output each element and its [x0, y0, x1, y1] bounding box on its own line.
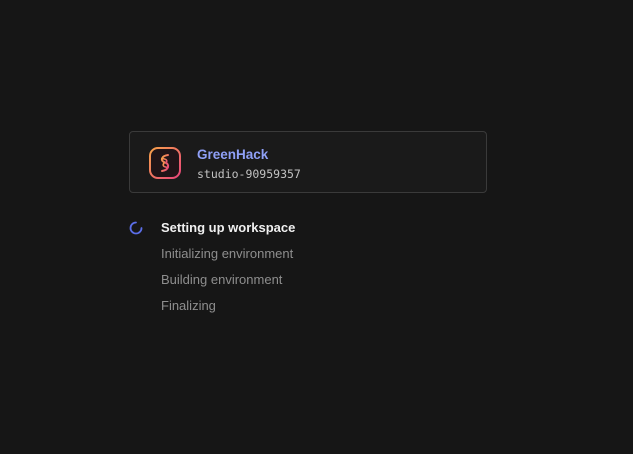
step-label: Building environment: [161, 272, 283, 287]
studio-logo-icon: [149, 147, 181, 179]
step-building-environment: Building environment: [129, 271, 429, 297]
step-initializing-environment: Initializing environment: [129, 245, 429, 271]
step-label: Finalizing: [161, 298, 216, 313]
project-name: GreenHack: [197, 147, 269, 162]
step-finalizing: Finalizing: [129, 297, 429, 323]
step-setting-up-workspace: Setting up workspace: [129, 219, 429, 245]
step-label: Initializing environment: [161, 246, 294, 261]
setup-steps-list: Setting up workspace Initializing enviro…: [129, 219, 429, 323]
step-label: Setting up workspace: [161, 220, 296, 235]
project-id: studio-90959357: [197, 167, 301, 181]
loading-spinner-icon: [129, 221, 143, 235]
project-card: GreenHack studio-90959357: [129, 131, 487, 193]
